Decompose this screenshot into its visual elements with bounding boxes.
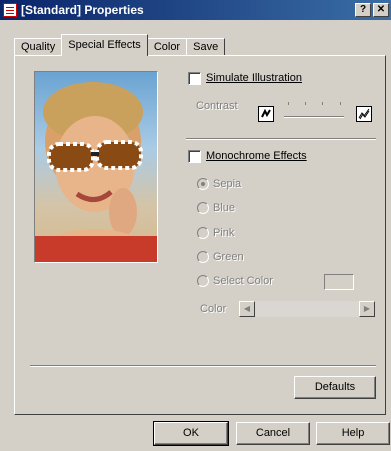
special-effects-panel <box>14 55 386 415</box>
window-title: [Standard] Properties <box>21 3 144 17</box>
tab-strip: Quality Special Effects Color Save <box>14 34 226 56</box>
tab-color[interactable]: Color <box>146 38 188 56</box>
tab-quality[interactable]: Quality <box>14 38 63 56</box>
tab-special-effects[interactable]: Special Effects <box>61 34 148 56</box>
close-button[interactable]: ✕ <box>373 3 389 17</box>
title-bar: [Standard] Properties ? ✕ <box>0 0 391 20</box>
cancel-button[interactable]: Cancel <box>236 422 310 445</box>
app-icon <box>3 3 17 17</box>
help-dialog-button[interactable]: Help <box>316 422 390 445</box>
help-button[interactable]: ? <box>355 3 371 17</box>
tab-save[interactable]: Save <box>186 38 226 56</box>
ok-button[interactable]: OK <box>153 421 229 446</box>
